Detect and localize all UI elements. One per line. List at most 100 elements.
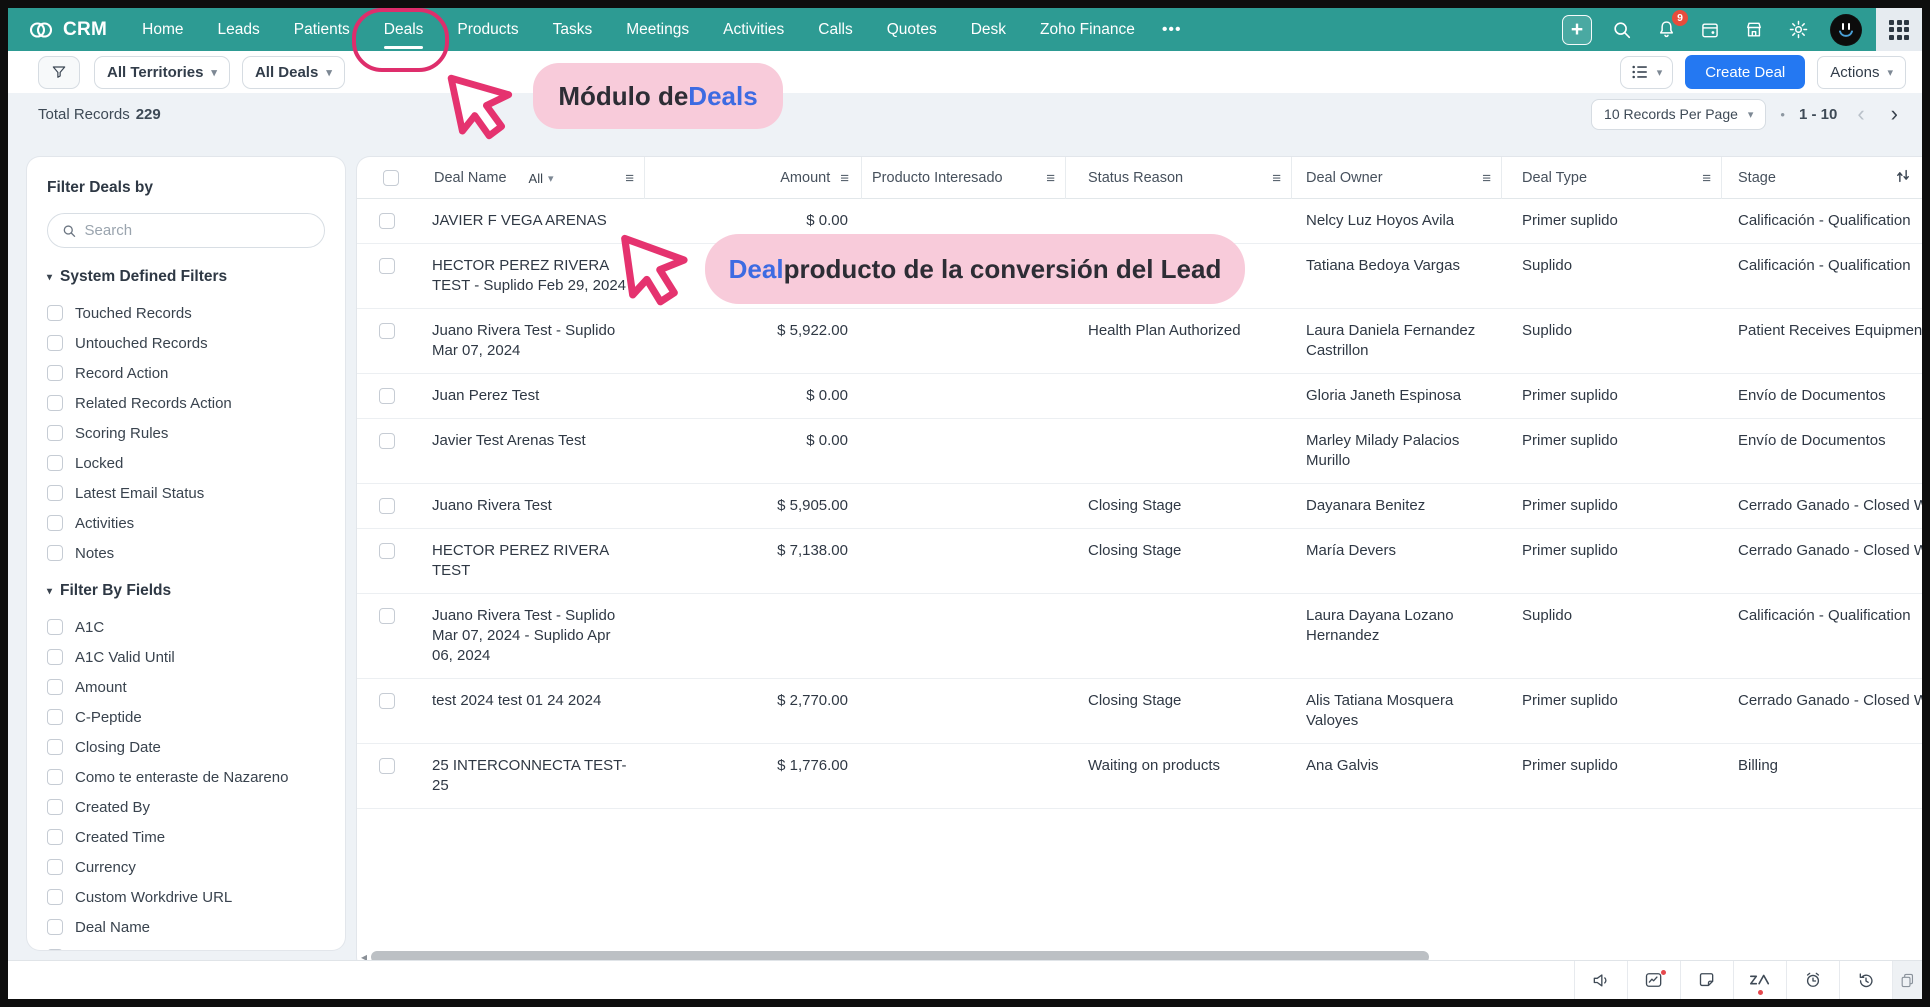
filter-checkbox-item[interactable]: Activities [47, 508, 325, 538]
records-per-page-dropdown[interactable]: 10 Records Per Page ▾ [1591, 99, 1766, 130]
filter-checkbox-item[interactable]: A1C Valid Until [47, 642, 325, 672]
cell-deal-name[interactable]: Juan Perez Test [432, 386, 645, 406]
filter-funnel-button[interactable] [38, 56, 80, 89]
zia-assistant-icon[interactable] [1733, 961, 1786, 999]
calendar-icon[interactable] [1692, 12, 1728, 48]
row-checkbox[interactable] [379, 213, 395, 229]
filter-checkbox-item[interactable]: Como te enteraste de Nazareno [47, 762, 325, 792]
row-checkbox[interactable] [379, 258, 395, 274]
checkbox[interactable] [47, 859, 63, 875]
checkbox[interactable] [47, 649, 63, 665]
cell-deal-name[interactable]: Juano Rivera Test - Suplido Mar 07, 2024… [432, 606, 645, 666]
column-menu-icon[interactable]: ≡ [840, 170, 849, 187]
column-menu-icon[interactable]: ≡ [1702, 170, 1711, 187]
checkbox[interactable] [47, 365, 63, 381]
actions-dropdown[interactable]: Actions ▾ [1817, 56, 1906, 89]
list-view-selector[interactable]: ▾ [1620, 56, 1674, 89]
checkbox[interactable] [47, 455, 63, 471]
analytics-icon[interactable] [1627, 961, 1680, 999]
filter-checkbox-item[interactable]: Touched Records [47, 298, 325, 328]
apps-grid-button[interactable] [1876, 8, 1922, 51]
row-checkbox[interactable] [379, 543, 395, 559]
column-header-stage[interactable]: Stage [1722, 157, 1922, 199]
filter-checkbox-item[interactable]: Latest Email Status [47, 478, 325, 508]
nav-module-tab[interactable]: Leads [201, 8, 277, 51]
checkbox[interactable] [47, 919, 63, 935]
cell-deal-name[interactable]: Juano Rivera Test - Suplido Mar 07, 2024 [432, 321, 645, 361]
filter-checkbox-item[interactable]: Notes [47, 538, 325, 568]
column-menu-icon[interactable]: ≡ [1046, 170, 1055, 187]
settings-gear-icon[interactable] [1780, 12, 1816, 48]
column-header-deal-owner[interactable]: Deal Owner ≡ [1292, 157, 1502, 199]
filter-checkbox-item[interactable]: Locked [47, 448, 325, 478]
filter-checkbox-item[interactable]: Record Action [47, 358, 325, 388]
nav-module-tab[interactable]: Meetings [609, 8, 706, 51]
checkbox[interactable] [47, 829, 63, 845]
filter-checkbox-item[interactable]: Amount [47, 672, 325, 702]
row-checkbox[interactable] [379, 433, 395, 449]
column-menu-icon[interactable]: ≡ [1272, 170, 1281, 187]
column-header-producto[interactable]: Producto Interesado ≡ [862, 157, 1066, 199]
row-checkbox[interactable] [379, 388, 395, 404]
user-avatar[interactable] [1830, 14, 1862, 46]
table-row[interactable]: Juano Rivera Test - Suplido Mar 07, 2024… [357, 594, 1922, 679]
cell-deal-name[interactable]: 25 INTERCONNECTA TEST- 25 [432, 756, 645, 796]
column-menu-icon[interactable]: ≡ [1482, 170, 1491, 187]
table-row[interactable]: HECTOR PEREZ RIVERA TEST $ 7,138.00 Clos… [357, 529, 1922, 594]
crm-brand[interactable]: CRM [8, 19, 125, 41]
filter-checkbox-item[interactable]: Scoring Rules [47, 418, 325, 448]
table-row[interactable]: Juano Rivera Test $ 5,905.00 Closing Sta… [357, 484, 1922, 529]
search-icon[interactable] [1604, 12, 1640, 48]
notifications-bell-icon[interactable]: 9 [1648, 12, 1684, 48]
filter-checkbox-item[interactable]: Custom Workdrive URL [47, 882, 325, 912]
filter-checkbox-item[interactable]: Created Time [47, 822, 325, 852]
select-all-checkbox[interactable] [383, 170, 399, 186]
sidebar-search[interactable] [47, 213, 325, 248]
view-filter-dropdown[interactable]: All Deals ▾ [242, 56, 345, 89]
column-settings-icon[interactable] [1894, 167, 1912, 190]
column-header-deal-name[interactable]: Deal Name All ▾ ≡ [432, 157, 645, 199]
checkbox[interactable] [47, 769, 63, 785]
search-input[interactable] [85, 222, 310, 239]
cell-deal-name[interactable]: HECTOR PEREZ RIVERA TEST [432, 541, 645, 581]
nav-module-tab[interactable]: Home [125, 8, 200, 51]
next-page-button[interactable]: › [1885, 103, 1904, 125]
nav-module-tab[interactable]: Calls [801, 8, 869, 51]
marketplace-icon[interactable] [1736, 12, 1772, 48]
row-checkbox[interactable] [379, 608, 395, 624]
section-filter-by-fields[interactable]: ▾ Filter By Fields [47, 582, 325, 600]
checkbox[interactable] [47, 709, 63, 725]
filter-checkbox-item[interactable]: Deal Owner [47, 942, 325, 950]
nav-module-tab[interactable]: Activities [706, 8, 801, 51]
checkbox[interactable] [47, 305, 63, 321]
filter-checkbox-item[interactable]: Created By [47, 792, 325, 822]
filter-checkbox-item[interactable]: Untouched Records [47, 328, 325, 358]
cell-deal-name[interactable]: JAVIER F VEGA ARENAS [432, 211, 645, 231]
checkbox[interactable] [47, 425, 63, 441]
checkbox[interactable] [47, 545, 63, 561]
checkbox[interactable] [47, 949, 63, 950]
table-row[interactable]: 25 INTERCONNECTA TEST- 25 $ 1,776.00 Wai… [357, 744, 1922, 809]
table-row[interactable]: Javier Test Arenas Test $ 0.00 Marley Mi… [357, 419, 1922, 484]
filter-checkbox-item[interactable]: Deal Name [47, 912, 325, 942]
announcements-megaphone-icon[interactable] [1574, 961, 1627, 999]
recent-history-icon[interactable] [1839, 961, 1892, 999]
create-deal-button[interactable]: Create Deal [1685, 55, 1805, 89]
cell-deal-name[interactable]: test 2024 test 01 24 2024 [432, 691, 645, 711]
checkbox[interactable] [47, 799, 63, 815]
nav-module-tab[interactable]: Zoho Finance [1023, 8, 1152, 51]
row-checkbox[interactable] [379, 323, 395, 339]
checkbox[interactable] [47, 679, 63, 695]
checkbox[interactable] [47, 619, 63, 635]
notes-icon[interactable] [1680, 961, 1733, 999]
previous-page-button[interactable]: ‹ [1851, 103, 1870, 125]
row-checkbox[interactable] [379, 758, 395, 774]
table-row[interactable]: Juano Rivera Test - Suplido Mar 07, 2024… [357, 309, 1922, 374]
filter-checkbox-item[interactable]: Closing Date [47, 732, 325, 762]
nav-module-tab[interactable]: Products [440, 8, 535, 51]
section-system-defined-filters[interactable]: ▾ System Defined Filters [47, 268, 325, 286]
row-checkbox[interactable] [379, 693, 395, 709]
reminders-alarm-icon[interactable] [1786, 961, 1839, 999]
cell-deal-name[interactable]: Javier Test Arenas Test [432, 431, 645, 451]
filter-checkbox-item[interactable]: A1C [47, 612, 325, 642]
